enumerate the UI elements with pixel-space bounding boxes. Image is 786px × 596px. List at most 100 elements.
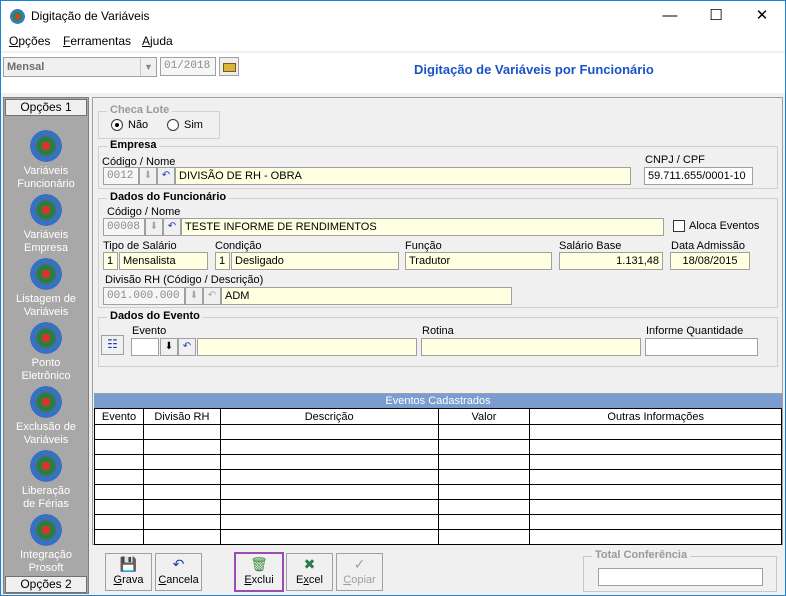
maximize-button[interactable]: ☐ bbox=[693, 1, 739, 31]
condicao-input[interactable]: Desligado bbox=[231, 252, 399, 270]
table-cell[interactable] bbox=[437, 484, 531, 500]
rotina-input[interactable] bbox=[421, 338, 641, 356]
table-cell[interactable] bbox=[437, 424, 531, 440]
table-cell[interactable] bbox=[219, 514, 439, 530]
table-cell[interactable] bbox=[437, 499, 531, 515]
table-row[interactable] bbox=[94, 529, 782, 545]
tab-opcoes-2[interactable]: Opções 2 bbox=[5, 576, 87, 593]
menu-opcoes[interactable]: Opções bbox=[9, 34, 50, 48]
sidebar-item-variaveis-funcionario[interactable]: Variáveis Funcionário bbox=[4, 130, 88, 191]
table-cell[interactable] bbox=[437, 439, 531, 455]
menu-ajuda[interactable]: Ajuda bbox=[142, 34, 173, 48]
menu-ferramentas[interactable]: Ferramentas bbox=[63, 34, 131, 48]
table-cell[interactable] bbox=[219, 439, 439, 455]
quantidade-input[interactable] bbox=[645, 338, 758, 356]
column-header-outras-informacoes[interactable]: Outras Informações bbox=[529, 408, 782, 425]
sidebar-item-variaveis-empresa[interactable]: Variáveis Empresa bbox=[4, 194, 88, 255]
column-header-evento[interactable]: Evento bbox=[94, 408, 144, 425]
table-row[interactable] bbox=[94, 454, 782, 470]
tipo-salario-code-input[interactable]: 1 bbox=[103, 252, 118, 270]
table-cell[interactable] bbox=[219, 424, 439, 440]
cnpj-input[interactable]: 59.711.655/0001-10 bbox=[644, 167, 753, 185]
table-cell[interactable] bbox=[142, 499, 221, 515]
table-cell[interactable] bbox=[529, 514, 782, 530]
copiar-button[interactable]: ✓ Copiar bbox=[336, 553, 383, 591]
table-cell[interactable] bbox=[219, 499, 439, 515]
minimize-button[interactable]: — bbox=[647, 1, 693, 31]
table-row[interactable] bbox=[94, 439, 782, 455]
table-cell[interactable] bbox=[529, 454, 782, 470]
excel-button[interactable]: ✖ Excel bbox=[286, 553, 333, 591]
folder-open-button[interactable] bbox=[219, 57, 239, 76]
divisao-rh-code-input[interactable]: 001.000.000 bbox=[103, 287, 185, 305]
condicao-code-input[interactable]: 1 bbox=[215, 252, 230, 270]
sidebar-item-listagem-variaveis[interactable]: Listagem de Variáveis bbox=[4, 258, 88, 319]
book-icon[interactable]: ☷ bbox=[101, 335, 124, 355]
table-cell[interactable] bbox=[437, 529, 531, 545]
table-cell[interactable] bbox=[529, 424, 782, 440]
table-cell[interactable] bbox=[219, 454, 439, 470]
table-cell[interactable] bbox=[94, 439, 144, 455]
table-cell[interactable] bbox=[94, 514, 144, 530]
funcionario-name-input[interactable]: TESTE INFORME DE RENDIMENTOS bbox=[181, 218, 664, 236]
table-cell[interactable] bbox=[94, 529, 144, 545]
download-icon[interactable]: ⬇ bbox=[145, 218, 163, 236]
table-cell[interactable] bbox=[142, 469, 221, 485]
grava-button[interactable]: 💾 Grava bbox=[105, 553, 152, 591]
table-row[interactable] bbox=[94, 499, 782, 515]
column-header-descricao[interactable]: Descrição bbox=[219, 408, 439, 425]
undo-icon[interactable]: ↶ bbox=[178, 338, 196, 356]
table-cell[interactable] bbox=[94, 484, 144, 500]
table-cell[interactable] bbox=[142, 439, 221, 455]
table-cell[interactable] bbox=[142, 529, 221, 545]
table-cell[interactable] bbox=[437, 514, 531, 530]
aloca-eventos-checkbox[interactable] bbox=[673, 220, 685, 232]
data-admissao-input[interactable]: 18/08/2015 bbox=[670, 252, 750, 270]
table-cell[interactable] bbox=[529, 439, 782, 455]
table-row[interactable] bbox=[94, 469, 782, 485]
column-header-valor[interactable]: Valor bbox=[437, 408, 531, 425]
undo-icon[interactable]: ↶ bbox=[163, 218, 181, 236]
tab-opcoes-1[interactable]: Opções 1 bbox=[5, 99, 87, 116]
table-cell[interactable] bbox=[219, 469, 439, 485]
sidebar-item-ponto-eletronico[interactable]: Ponto Eletrônico bbox=[4, 322, 88, 383]
table-row[interactable] bbox=[94, 514, 782, 530]
tipo-salario-input[interactable]: Mensalista bbox=[119, 252, 208, 270]
table-cell[interactable] bbox=[94, 469, 144, 485]
table-cell[interactable] bbox=[142, 484, 221, 500]
divisao-rh-input[interactable]: ADM bbox=[221, 287, 512, 305]
table-cell[interactable] bbox=[94, 424, 144, 440]
chevron-down-icon[interactable]: ▼ bbox=[140, 58, 156, 76]
cancela-button[interactable]: ↶ Cancela bbox=[155, 553, 202, 591]
table-cell[interactable] bbox=[529, 484, 782, 500]
table-cell[interactable] bbox=[437, 454, 531, 470]
radio-sim[interactable] bbox=[167, 119, 179, 131]
period-input[interactable]: 01/2018 bbox=[160, 57, 216, 76]
table-cell[interactable] bbox=[529, 469, 782, 485]
empresa-name-input[interactable]: DIVISÃO DE RH - OBRA bbox=[175, 167, 631, 185]
download-icon[interactable]: ⬇ bbox=[185, 287, 203, 305]
table-cell[interactable] bbox=[142, 514, 221, 530]
table-cell[interactable] bbox=[219, 484, 439, 500]
undo-icon[interactable]: ↶ bbox=[203, 287, 221, 305]
evento-desc-input[interactable] bbox=[197, 338, 417, 356]
sidebar-item-integracao-prosoft[interactable]: Integração Prosoft bbox=[4, 514, 88, 575]
table-cell[interactable] bbox=[94, 499, 144, 515]
funcao-input[interactable]: Tradutor bbox=[405, 252, 552, 270]
period-type-combo[interactable]: Mensal ▼ bbox=[3, 57, 157, 77]
table-cell[interactable] bbox=[437, 469, 531, 485]
table-cell[interactable] bbox=[529, 529, 782, 545]
undo-icon[interactable]: ↶ bbox=[157, 167, 175, 185]
table-row[interactable] bbox=[94, 424, 782, 440]
empresa-code-input[interactable]: 0012 bbox=[103, 167, 139, 185]
table-cell[interactable] bbox=[529, 499, 782, 515]
evento-code-input[interactable] bbox=[131, 338, 159, 356]
salario-base-input[interactable]: 1.131,48 bbox=[559, 252, 663, 270]
exclui-button[interactable]: 🗑 Exclui bbox=[234, 552, 284, 592]
table-cell[interactable] bbox=[94, 454, 144, 470]
column-header-divisao-rh[interactable]: Divisão RH bbox=[142, 408, 221, 425]
close-button[interactable]: ✕ bbox=[739, 1, 785, 31]
sidebar-item-exclusao-variaveis[interactable]: Exclusão de Variáveis bbox=[4, 386, 88, 447]
download-icon[interactable]: ⬇ bbox=[160, 338, 178, 356]
table-row[interactable] bbox=[94, 484, 782, 500]
